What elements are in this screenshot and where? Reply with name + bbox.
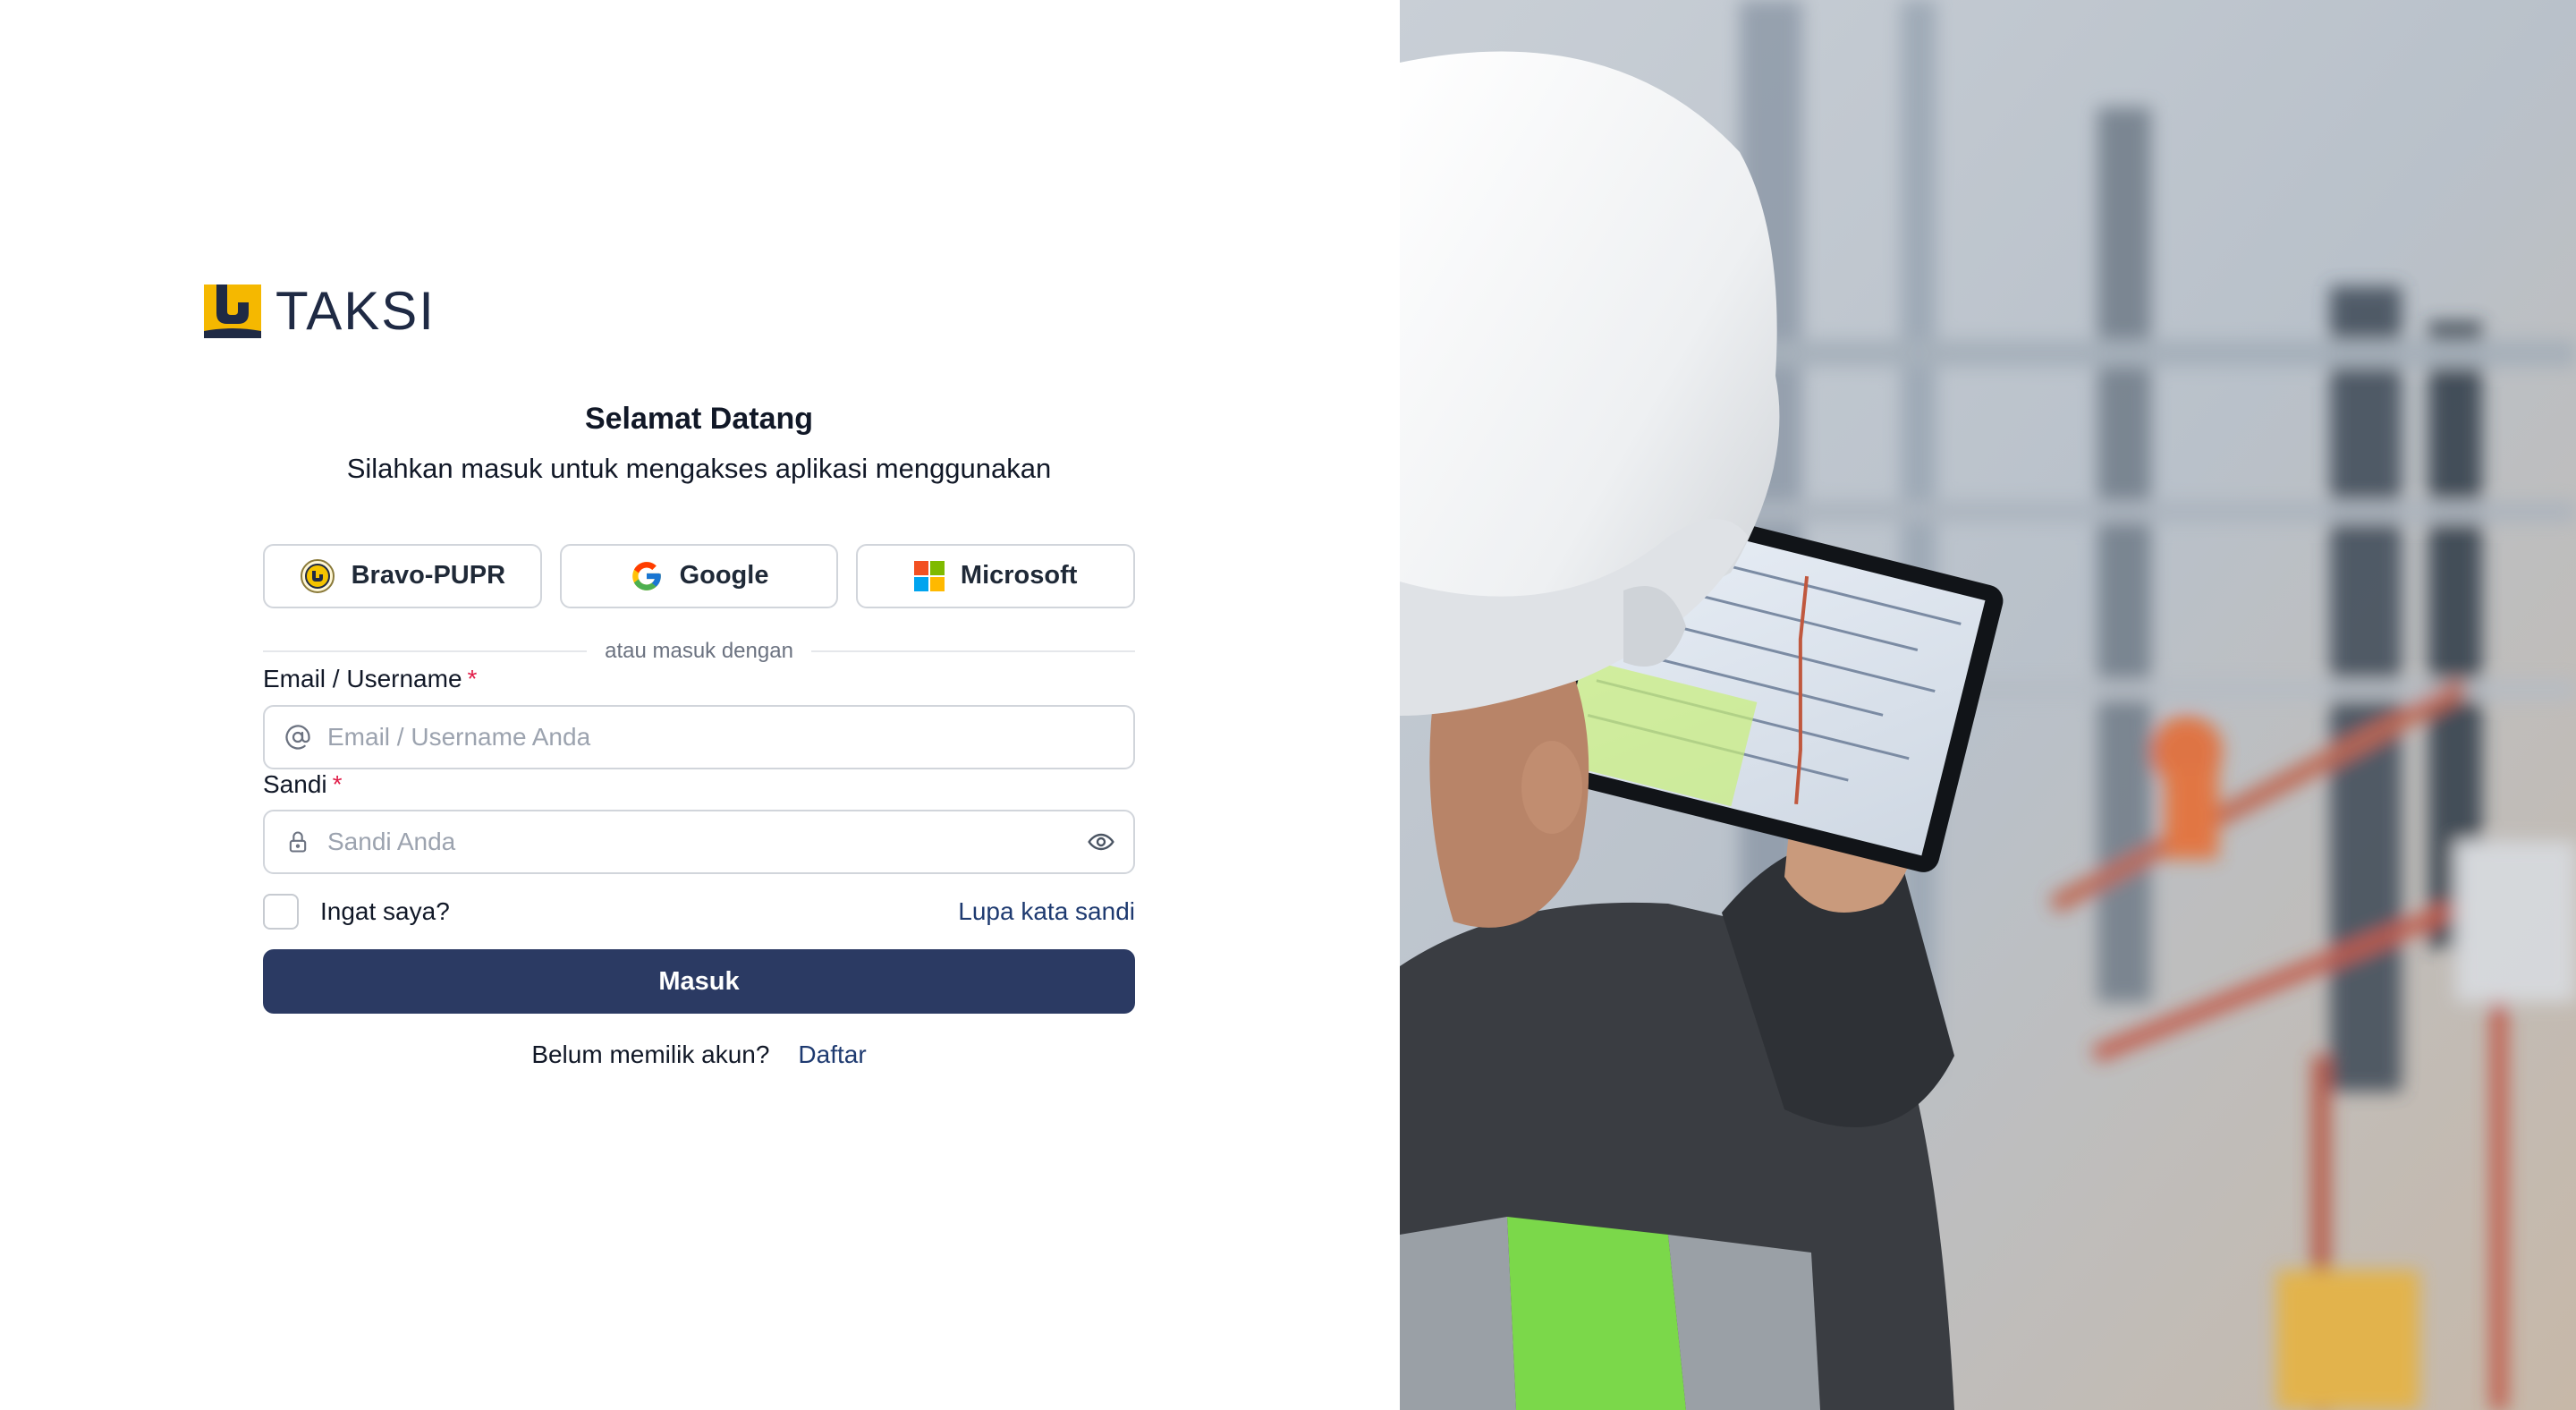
construction-worker-photo [1400,0,2576,1410]
remember-me[interactable]: Ingat saya? [263,894,450,930]
lock-icon [284,828,311,855]
remember-label: Ingat saya? [320,897,450,926]
app-name: TAKSI [275,281,436,341]
login-panel: TAKSI Selamat Datang Silahkan masuk untu… [0,0,1400,1410]
form-options: Ingat saya? Lupa kata sandi [263,894,1135,930]
welcome-title: Selamat Datang [584,402,814,436]
at-icon [284,724,311,751]
app-logo: TAKSI [204,285,436,338]
hero-image [1400,0,2576,1410]
login-form: Selamat Datang Silahkan masuk untuk meng… [263,401,1136,1069]
microsoft-login-button[interactable]: Microsoft [856,543,1136,608]
google-login-button[interactable]: Google [559,543,839,608]
email-field[interactable] [263,704,1135,769]
login-page: TAKSI Selamat Datang Silahkan masuk untu… [0,0,2576,1410]
remember-checkbox[interactable] [263,894,299,930]
bravo-pupr-login-button[interactable]: Bravo-PUPR [263,543,542,608]
divider-text: atau masuk dengan [605,638,793,663]
password-label: Sandi * [263,770,343,798]
password-input[interactable] [311,811,1085,873]
email-label-text: Email / Username [263,664,462,692]
divider: atau masuk dengan [263,638,1136,664]
password-field[interactable] [263,810,1135,875]
microsoft-icon [913,560,945,591]
bravo-pupr-icon [300,558,335,593]
forgot-password-link[interactable]: Lupa kata sandi [958,897,1135,926]
google-label: Google [679,561,769,590]
email-label: Email / Username * [263,665,477,692]
eye-icon[interactable] [1085,826,1117,858]
google-icon [631,562,661,590]
signup-text: Belum memilik akun? [531,1041,770,1069]
signup-row: Belum memilik akun? Daftar [263,1041,1135,1069]
sso-buttons: Bravo-PUPR Google Microsoft [263,543,1136,608]
signup-link[interactable]: Daftar [798,1041,866,1069]
login-submit-button[interactable]: Masuk [263,949,1135,1015]
divider-line-left [263,650,588,652]
pupr-logo-icon [204,285,261,338]
welcome-subtitle: Silahkan masuk untuk mengakses aplikasi … [346,452,1052,484]
email-input[interactable] [311,706,1133,768]
password-label-text: Sandi [263,769,327,798]
required-mark: * [332,769,343,798]
divider-line-right [810,650,1136,652]
bravo-pupr-label: Bravo-PUPR [351,561,506,590]
microsoft-label: Microsoft [960,561,1078,590]
required-mark: * [467,664,478,692]
